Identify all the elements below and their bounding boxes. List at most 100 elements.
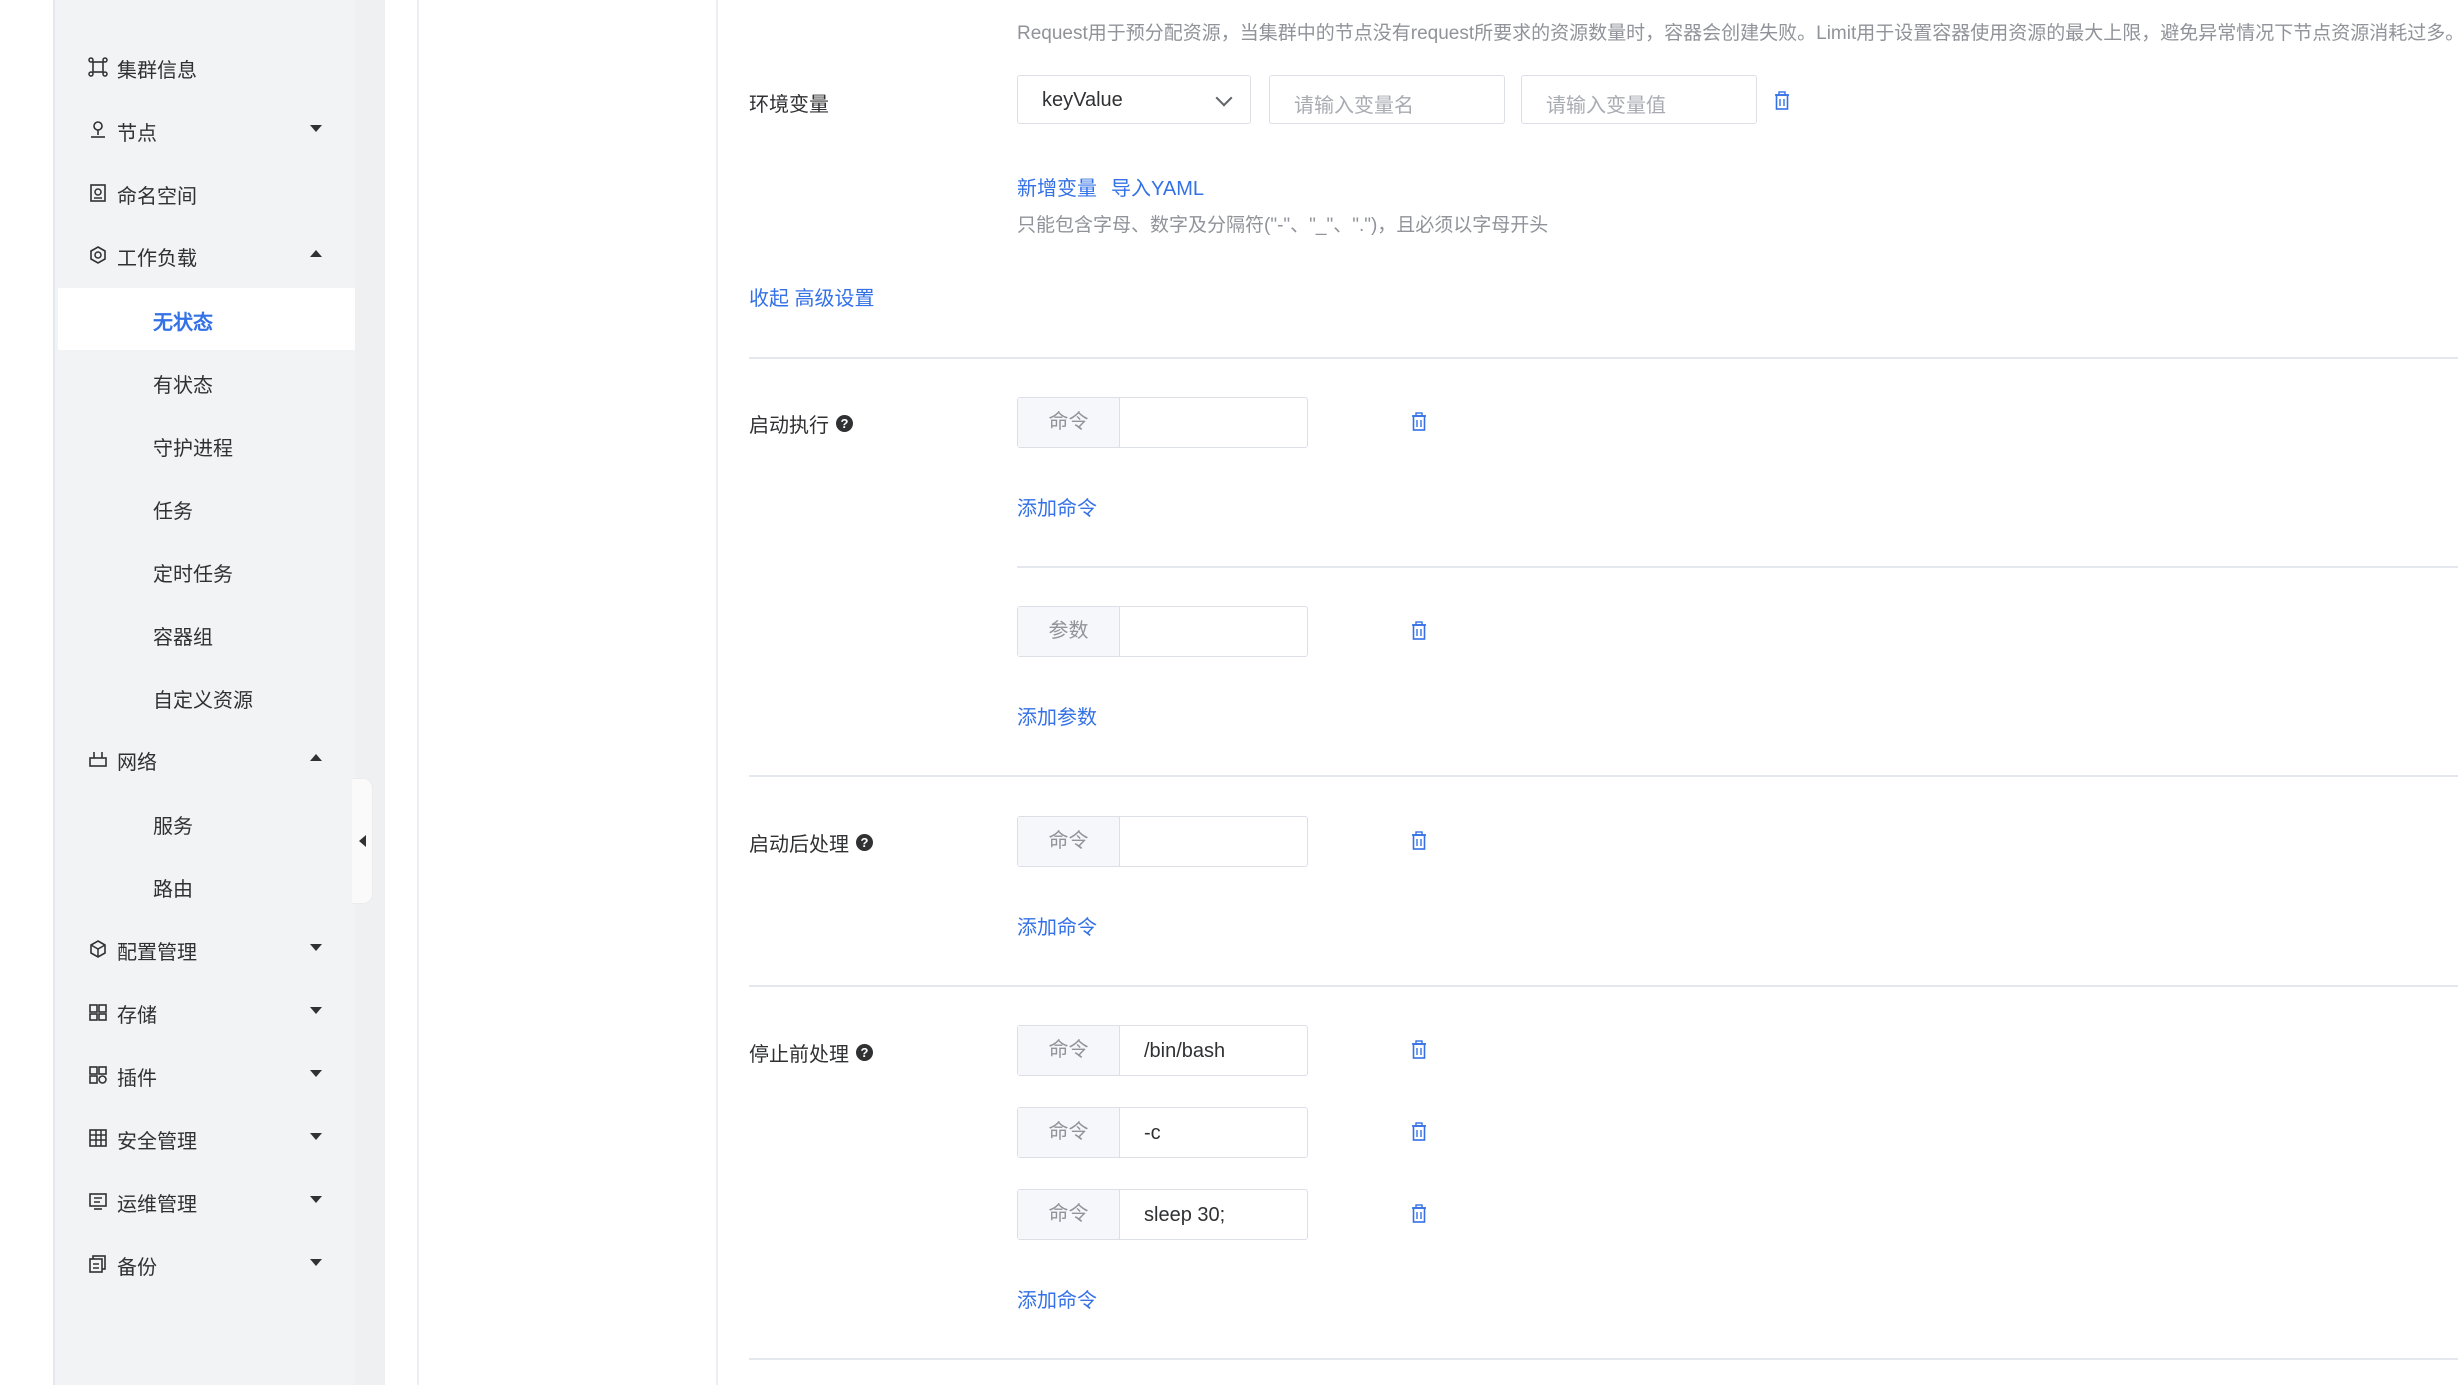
chevron-down-icon — [310, 1259, 322, 1266]
sidebar-subitem-cronjob[interactable]: 定时任务 — [58, 540, 355, 602]
sidebar-item-label: 节点 — [117, 123, 157, 145]
pre-stop-command-input[interactable]: 命令 sleep 30; — [1017, 1189, 1308, 1240]
env-hint: 只能包含字母、数字及分隔符("-"、"_"、".")，且必须以字母开头 — [1017, 215, 1549, 236]
chevron-down-icon — [310, 1133, 322, 1140]
env-value-input[interactable]: 请输入变量值 — [1521, 75, 1757, 124]
sidebar-subitem-pod[interactable]: 容器组 — [58, 603, 355, 665]
command-value: -c — [1144, 1122, 1161, 1144]
env-name-input[interactable]: 请输入变量名 — [1269, 75, 1505, 124]
trash-icon[interactable] — [1410, 1204, 1428, 1224]
command-prefix: 命令 — [1018, 398, 1120, 447]
env-type-select[interactable]: keyValue — [1017, 75, 1251, 124]
trash-icon[interactable] — [1410, 621, 1428, 641]
sidebar-subitem-label: 服务 — [153, 816, 193, 838]
env-type-value: keyValue — [1042, 89, 1123, 111]
trash-icon[interactable] — [1410, 1040, 1428, 1060]
env-name-placeholder: 请输入变量名 — [1294, 95, 1414, 117]
pre-stop-label-text: 停止前处理 — [749, 1044, 849, 1066]
chevron-down-icon — [310, 125, 322, 132]
sidebar-item-label: 备份 — [117, 1257, 157, 1279]
add-command-link[interactable]: 添加命令 — [1017, 911, 1097, 940]
sidebar-item-security[interactable]: 安全管理 — [55, 1107, 355, 1169]
sidebar-subitem-service[interactable]: 服务 — [58, 792, 355, 854]
cluster-icon — [88, 57, 108, 77]
pre-stop-command-input[interactable]: 命令 -c — [1017, 1107, 1308, 1158]
command-prefix: 命令 — [1018, 1026, 1120, 1075]
arg-prefix: 参数 — [1018, 607, 1120, 656]
add-command-link[interactable]: 添加命令 — [1017, 492, 1097, 521]
add-command-link[interactable]: 添加命令 — [1017, 1284, 1097, 1313]
sidebar-subitem-deployment[interactable]: 无状态 — [58, 288, 355, 350]
security-icon — [89, 1129, 107, 1147]
sidebar-subitem-label: 定时任务 — [153, 564, 233, 586]
sidebar-subitem-job[interactable]: 任务 — [58, 477, 355, 539]
sidebar-subitem-label: 容器组 — [153, 627, 213, 649]
chevron-left-icon — [359, 835, 366, 847]
sidebar-subitem-label: 路由 — [153, 879, 193, 901]
chevron-down-icon — [310, 1196, 322, 1203]
sidebar-subitem-label: 任务 — [153, 501, 193, 523]
divider — [417, 0, 419, 1385]
chevron-down-icon — [1215, 89, 1233, 107]
divider — [716, 0, 718, 1385]
command-value: /bin/bash — [1144, 1040, 1226, 1062]
network-icon — [89, 752, 107, 767]
sidebar-item-namespace[interactable]: 命名空间 — [55, 162, 355, 224]
sidebar-item-cluster-info[interactable]: 集群信息 — [55, 36, 355, 98]
trash-icon[interactable] — [1773, 91, 1791, 111]
trash-icon[interactable] — [1410, 412, 1428, 432]
sidebar: 集群信息 节点 命名空间 工作负载 无状态 有状态 守护进程 任务 定时任务 容… — [53, 0, 355, 1385]
sidebar-subitem-label: 有状态 — [153, 375, 213, 397]
sidebar-item-label: 运维管理 — [117, 1194, 197, 1216]
startup-arg-input[interactable]: 参数 — [1017, 606, 1308, 657]
sidebar-subitem-custom-resource[interactable]: 自定义资源 — [58, 666, 355, 728]
divider — [749, 1358, 2458, 1360]
sidebar-item-ops[interactable]: 运维管理 — [55, 1170, 355, 1232]
sidebar-item-backup[interactable]: 备份 — [55, 1233, 355, 1295]
sidebar-item-plugin[interactable]: 插件 — [55, 1044, 355, 1106]
env-value-placeholder: 请输入变量值 — [1546, 95, 1666, 117]
help-icon[interactable]: ? — [856, 1044, 873, 1061]
add-argument-link[interactable]: 添加参数 — [1017, 701, 1097, 730]
command-prefix: 命令 — [1018, 1108, 1120, 1157]
collapse-advanced-link[interactable]: 收起 高级设置 — [749, 282, 875, 311]
chevron-down-icon — [310, 944, 322, 951]
sidebar-subitem-daemonset[interactable]: 守护进程 — [58, 414, 355, 476]
sidebar-item-workload[interactable]: 工作负载 — [55, 224, 355, 286]
sidebar-collapse-button[interactable] — [352, 778, 373, 904]
sidebar-item-config[interactable]: 配置管理 — [55, 918, 355, 980]
sidebar-item-label: 插件 — [117, 1068, 157, 1090]
command-prefix: 命令 — [1018, 817, 1120, 866]
help-icon[interactable]: ? — [836, 415, 853, 432]
post-start-label: 启动后处理? — [749, 828, 873, 857]
sidebar-item-label: 网络 — [117, 752, 157, 774]
sidebar-item-storage[interactable]: 存储 — [55, 981, 355, 1043]
sidebar-subitem-label: 守护进程 — [153, 438, 233, 460]
trash-icon[interactable] — [1410, 831, 1428, 851]
sidebar-item-label: 配置管理 — [117, 942, 197, 964]
import-yaml-link[interactable]: 导入YAML — [1111, 172, 1204, 201]
backup-icon — [89, 1255, 106, 1273]
sidebar-subitem-statefulset[interactable]: 有状态 — [58, 351, 355, 413]
post-start-command-input[interactable]: 命令 — [1017, 816, 1308, 867]
divider — [1017, 566, 2458, 568]
divider — [749, 775, 2458, 777]
storage-icon — [89, 1004, 107, 1021]
help-icon[interactable]: ? — [856, 834, 873, 851]
command-prefix: 命令 — [1018, 1190, 1120, 1239]
startup-command-input[interactable]: 命令 — [1017, 397, 1308, 448]
sidebar-subitem-ingress[interactable]: 路由 — [58, 855, 355, 917]
trash-icon[interactable] — [1410, 1122, 1428, 1142]
sidebar-item-label: 存储 — [117, 1005, 157, 1027]
divider — [749, 357, 2458, 359]
node-icon — [91, 121, 105, 138]
command-value: sleep 30; — [1144, 1204, 1226, 1226]
sidebar-item-network[interactable]: 网络 — [55, 728, 355, 790]
sidebar-item-label: 集群信息 — [117, 60, 197, 82]
add-variable-link[interactable]: 新增变量 — [1017, 172, 1097, 201]
sidebar-item-node[interactable]: 节点 — [55, 99, 355, 161]
plugin-icon — [89, 1066, 107, 1084]
pre-stop-command-input[interactable]: 命令 /bin/bash — [1017, 1025, 1308, 1076]
sidebar-item-label: 命名空间 — [117, 186, 197, 208]
divider — [749, 985, 2458, 987]
